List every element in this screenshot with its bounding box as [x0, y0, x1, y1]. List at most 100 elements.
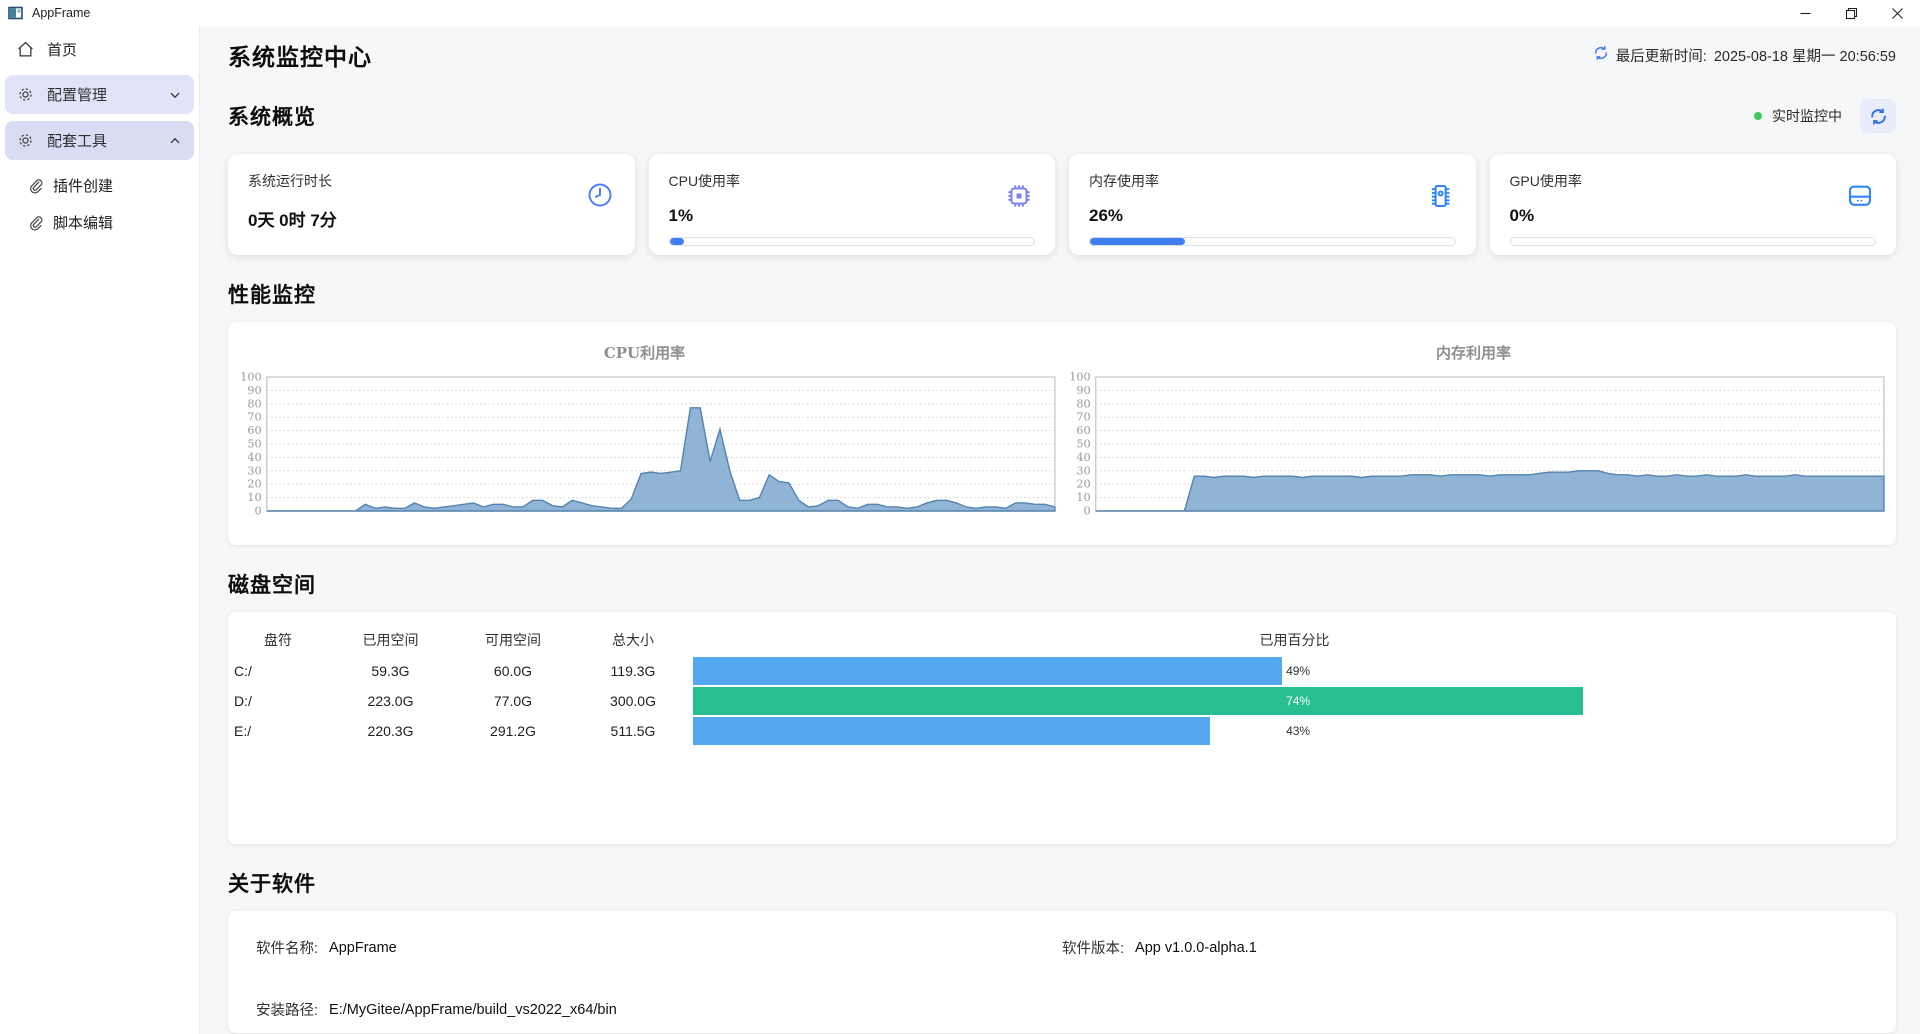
software-name-label: 软件名称: [256, 941, 319, 957]
svg-text:90: 90 [1076, 384, 1090, 397]
memory-utilization-chart: 内存利用率 0 10 20 30 40 50 60 70 80 90 100 [1059, 342, 1888, 545]
used-space: 223.0G [367, 693, 414, 709]
cpu-chip-icon [1004, 181, 1034, 216]
cpu-chart-title: CPU利用率 [603, 344, 686, 362]
sidebar-item-label: 首页 [47, 41, 78, 59]
column-header-drive: 盘符 [264, 632, 292, 648]
clock-icon [586, 181, 614, 214]
gpu-drive-icon [1845, 181, 1875, 216]
svg-text:100: 100 [1069, 371, 1090, 384]
about-panel: 软件名称: AppFrame 软件版本: App v1.0.0-alpha.1 … [228, 911, 1896, 1033]
usage-bar-fill [693, 717, 1211, 745]
disk-table-row: C:/ 59.3G 60.0G 119.3G 49% [228, 656, 1896, 686]
uptime-card: 系统运行时长 0天 0时 7分 [228, 154, 635, 255]
sidebar-group-label: 配套工具 [47, 133, 108, 150]
column-header-used-percent: 已用百分比 [1259, 632, 1330, 648]
gpu-usage-value: 0% [1509, 206, 1535, 225]
svg-text:60: 60 [1076, 424, 1090, 437]
svg-text:10: 10 [247, 491, 261, 504]
usage-bar-fill [693, 657, 1283, 685]
cpu-progress-fill [669, 238, 685, 245]
app-icon [8, 5, 24, 21]
svg-text:70: 70 [1076, 411, 1090, 424]
paperclip-icon [28, 215, 44, 231]
svg-text:20: 20 [1076, 478, 1090, 491]
sidebar-item-home[interactable]: 首页 [0, 30, 199, 68]
title-bar: AppFrame [0, 0, 1920, 26]
sidebar-group-tools[interactable]: 配套工具 [5, 121, 194, 160]
memory-usage-value: 26% [1089, 206, 1124, 225]
page-title: 系统监控中心 [228, 44, 372, 70]
svg-text:0: 0 [254, 505, 261, 518]
uptime-value: 0天 0时 7分 [248, 211, 337, 230]
install-path-label: 安装路径: [256, 1003, 319, 1019]
sidebar-item-label: 插件创建 [53, 178, 114, 195]
usage-percent-label: 43% [1286, 724, 1311, 738]
memory-chart-title: 内存利用率 [1435, 344, 1511, 362]
disk-panel: 盘符 已用空间 可用空间 总大小 已用百分比 C:/ 59.3G 60.0G 1… [228, 612, 1896, 844]
minimize-button[interactable] [1782, 0, 1828, 26]
software-version-row: 软件版本: App v1.0.0-alpha.1 [1062, 937, 1868, 958]
svg-text:70: 70 [247, 411, 261, 424]
svg-text:0: 0 [1083, 505, 1090, 518]
software-version-value: App v1.0.0-alpha.1 [1135, 939, 1257, 956]
refresh-button[interactable] [1860, 99, 1896, 133]
last-update-label: 最后更新时间: [1615, 48, 1707, 65]
close-button[interactable] [1874, 0, 1920, 26]
usage-percent-label: 49% [1286, 664, 1311, 678]
used-space: 59.3G [371, 663, 410, 679]
last-update-value: 2025-08-18 星期一 20:56:59 [1713, 48, 1896, 65]
software-name-value: AppFrame [329, 939, 397, 956]
svg-text:60: 60 [247, 424, 261, 437]
sidebar-item-label: 脚本编辑 [53, 215, 114, 232]
memory-chart-plot: 0102030405060708090100 [1069, 371, 1885, 518]
used-space: 220.3G [367, 723, 414, 739]
restore-button[interactable] [1828, 0, 1874, 26]
gpu-card: GPU使用率 0% [1489, 154, 1896, 255]
gear-icon [17, 86, 34, 103]
free-space: 60.0G [493, 663, 533, 679]
usage-bar-fill [693, 687, 1584, 715]
sidebar-item-script-edit[interactable]: 脚本编辑 [0, 204, 199, 241]
chevron-up-icon [168, 134, 182, 148]
window-title: AppFrame [32, 6, 91, 20]
drive-letter: E:/ [234, 723, 252, 739]
disk-table-row: E:/ 220.3G 291.2G 511.5G 43% [228, 716, 1896, 746]
cpu-progress-track [668, 237, 1035, 246]
svg-text:90: 90 [247, 384, 261, 397]
svg-text:50: 50 [247, 438, 261, 451]
column-header-free: 可用空间 [485, 632, 541, 648]
total-size: 511.5G [610, 723, 656, 739]
sidebar-group-config[interactable]: 配置管理 [5, 75, 194, 114]
disk-heading: 磁盘空间 [228, 574, 316, 597]
home-icon [17, 41, 34, 58]
live-status-text: 实时监控中 [1772, 108, 1842, 124]
memory-card: 内存使用率 26% [1069, 154, 1476, 255]
sidebar: 首页 配置管理 配套工具 插件创建 脚本编辑 [0, 26, 200, 1034]
svg-text:30: 30 [1076, 464, 1090, 477]
sidebar-group-label: 配置管理 [47, 87, 108, 104]
memory-progress-track [1089, 237, 1456, 246]
card-title: GPU使用率 [1509, 173, 1582, 189]
svg-text:80: 80 [247, 397, 261, 410]
usage-bar-track: 49% [693, 657, 1896, 685]
overview-heading: 系统概览 [228, 106, 316, 129]
cpu-card: CPU使用率 1% [648, 154, 1055, 255]
gear-icon [17, 132, 34, 149]
total-size: 119.3G [610, 663, 656, 679]
disk-table-header: 盘符 已用空间 可用空间 总大小 已用百分比 [228, 624, 1896, 656]
card-title: 系统运行时长 [248, 173, 332, 189]
main-content: 系统监控中心 最后更新时间: 2025-08-18 星期一 20:56:59 系… [200, 26, 1920, 1034]
paperclip-icon [28, 178, 44, 194]
usage-bar-track: 43% [693, 717, 1896, 745]
card-title: 内存使用率 [1089, 173, 1159, 189]
usage-percent-label: 74% [1286, 694, 1311, 708]
total-size: 300.0G [610, 693, 656, 709]
svg-text:30: 30 [247, 464, 261, 477]
free-space: 77.0G [493, 693, 533, 709]
last-update: 最后更新时间: 2025-08-18 星期一 20:56:59 [1593, 45, 1896, 66]
cpu-chart-plot: 0102030405060708090100 [240, 371, 1056, 518]
sidebar-item-plugin-create[interactable]: 插件创建 [0, 167, 199, 204]
memory-progress-fill [1090, 238, 1185, 245]
disk-table-body: C:/ 59.3G 60.0G 119.3G 49% D:/ 223.0G 77… [228, 656, 1896, 746]
